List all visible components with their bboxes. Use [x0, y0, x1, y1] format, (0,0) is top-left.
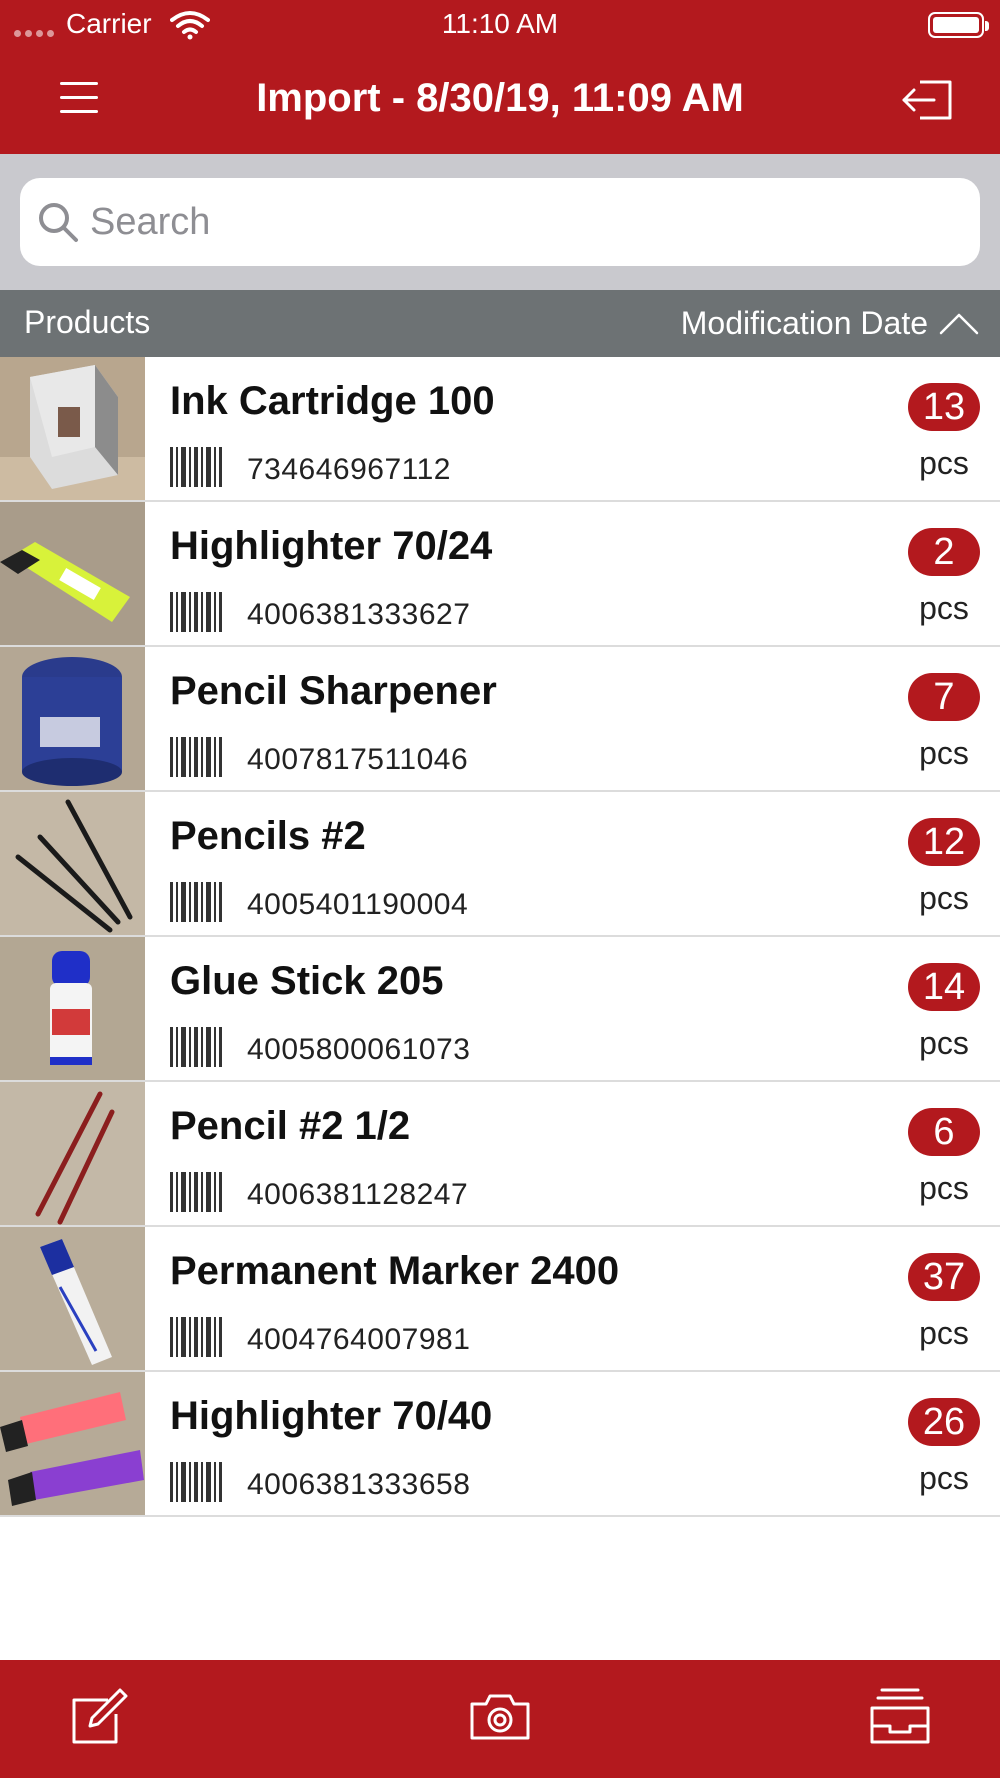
- sort-label: Modification Date: [680, 304, 928, 341]
- camera-button[interactable]: [468, 1686, 532, 1746]
- quantity-badge: 37: [908, 1253, 980, 1301]
- search-icon: [39, 203, 78, 242]
- product-thumbnail: [0, 357, 145, 500]
- product-barcode: 4005800061073: [247, 1033, 471, 1066]
- chevron-up-icon: [939, 313, 979, 335]
- product-name: Glue Stick 205: [170, 959, 444, 1003]
- product-barcode: 4006381128247: [247, 1178, 469, 1211]
- exit-button[interactable]: [898, 76, 958, 124]
- table-row[interactable]: Permanent Marker 2400 4004764007981 37 p…: [0, 1227, 1000, 1372]
- quantity-badge: 12: [908, 818, 980, 866]
- quantity-badge: 7: [908, 673, 980, 721]
- page-title: Import - 8/30/19, 11:09 AM: [256, 76, 744, 120]
- bottom-toolbar: [0, 1660, 1000, 1778]
- table-row[interactable]: Highlighter 70/24 4006381333627 2 pcs: [0, 502, 1000, 647]
- quantity-unit: pcs: [919, 590, 969, 626]
- quantity-unit: pcs: [919, 1315, 969, 1351]
- product-name: Highlighter 70/24: [170, 524, 493, 568]
- section-header: Products Modification Date: [0, 290, 1000, 357]
- inbox-icon: [870, 1688, 930, 1744]
- quantity-badge: 14: [908, 963, 980, 1011]
- product-barcode: 4006381333627: [247, 598, 471, 631]
- product-barcode: 4006381333658: [247, 1468, 471, 1501]
- product-thumbnail: [0, 647, 145, 790]
- exit-icon: [902, 80, 952, 120]
- table-row[interactable]: Ink Cartridge 100 734646967112 13 pcs: [0, 357, 1000, 502]
- table-row[interactable]: Highlighter 70/40 4006381333658 26 pcs: [0, 1372, 1000, 1517]
- battery-icon: [928, 12, 989, 38]
- inbox-button[interactable]: [868, 1686, 932, 1746]
- product-thumbnail: [0, 502, 145, 645]
- edit-button[interactable]: [68, 1686, 132, 1746]
- product-barcode: 4005401190004: [247, 888, 469, 921]
- product-name: Ink Cartridge 100: [170, 379, 495, 423]
- camera-icon: [470, 1694, 530, 1740]
- navigation-bar: Import - 8/30/19, 11:09 AM: [0, 60, 1000, 146]
- product-barcode: 734646967112: [247, 453, 451, 486]
- sort-button[interactable]: Modification Date: [681, 298, 980, 348]
- quantity-badge: 26: [908, 1398, 980, 1446]
- barcode-icon: [170, 1027, 222, 1067]
- table-row[interactable]: Glue Stick 205 4005800061073 14 pcs: [0, 937, 1000, 1082]
- barcode-icon: [170, 1462, 222, 1502]
- quantity-unit: pcs: [919, 1460, 969, 1496]
- status-time: 11:10 AM: [441, 8, 559, 39]
- product-thumbnail: [0, 1372, 145, 1515]
- quantity-unit: pcs: [919, 735, 969, 771]
- product-thumbnail: [0, 792, 145, 935]
- product-barcode: 4004764007981: [247, 1323, 471, 1356]
- barcode-icon: [170, 1317, 222, 1357]
- product-thumbnail: [0, 937, 145, 1080]
- product-thumbnail: [0, 1227, 145, 1370]
- quantity-badge: 2: [908, 528, 980, 576]
- search-input[interactable]: [90, 178, 960, 266]
- product-name: Permanent Marker 2400: [170, 1249, 620, 1293]
- search-field[interactable]: [20, 178, 980, 266]
- search-bar-container: [0, 154, 1000, 290]
- product-thumbnail: [0, 1082, 145, 1225]
- table-row[interactable]: Pencil Sharpener 4007817511046 7 pcs: [0, 647, 1000, 792]
- quantity-unit: pcs: [919, 1025, 969, 1061]
- product-name: Highlighter 70/40: [170, 1394, 493, 1438]
- top-bar: Carrier 11:10 AM Import - 8/30/19, 11:09…: [0, 0, 1000, 154]
- barcode-icon: [170, 882, 222, 922]
- product-name: Pencil #2 1/2: [170, 1104, 411, 1148]
- status-bar: Carrier 11:10 AM: [0, 0, 1000, 48]
- table-row[interactable]: Pencil #2 1/2 4006381128247 6 pcs: [0, 1082, 1000, 1227]
- quantity-unit: pcs: [919, 445, 969, 481]
- barcode-icon: [170, 447, 222, 487]
- product-name: Pencil Sharpener: [170, 669, 497, 713]
- barcode-icon: [170, 1172, 222, 1212]
- product-list: Ink Cartridge 100 734646967112 13 pcs Hi…: [0, 357, 1000, 1517]
- quantity-unit: pcs: [919, 880, 969, 916]
- quantity-badge: 6: [908, 1108, 980, 1156]
- quantity-badge: 13: [908, 383, 980, 431]
- quantity-unit: pcs: [919, 1170, 969, 1206]
- table-row[interactable]: Pencils #2 4005401190004 12 pcs: [0, 792, 1000, 937]
- product-name: Pencils #2: [170, 814, 366, 858]
- section-title: Products: [24, 304, 151, 340]
- edit-icon: [72, 1688, 128, 1744]
- barcode-icon: [170, 592, 222, 632]
- product-barcode: 4007817511046: [247, 743, 469, 776]
- barcode-icon: [170, 737, 222, 777]
